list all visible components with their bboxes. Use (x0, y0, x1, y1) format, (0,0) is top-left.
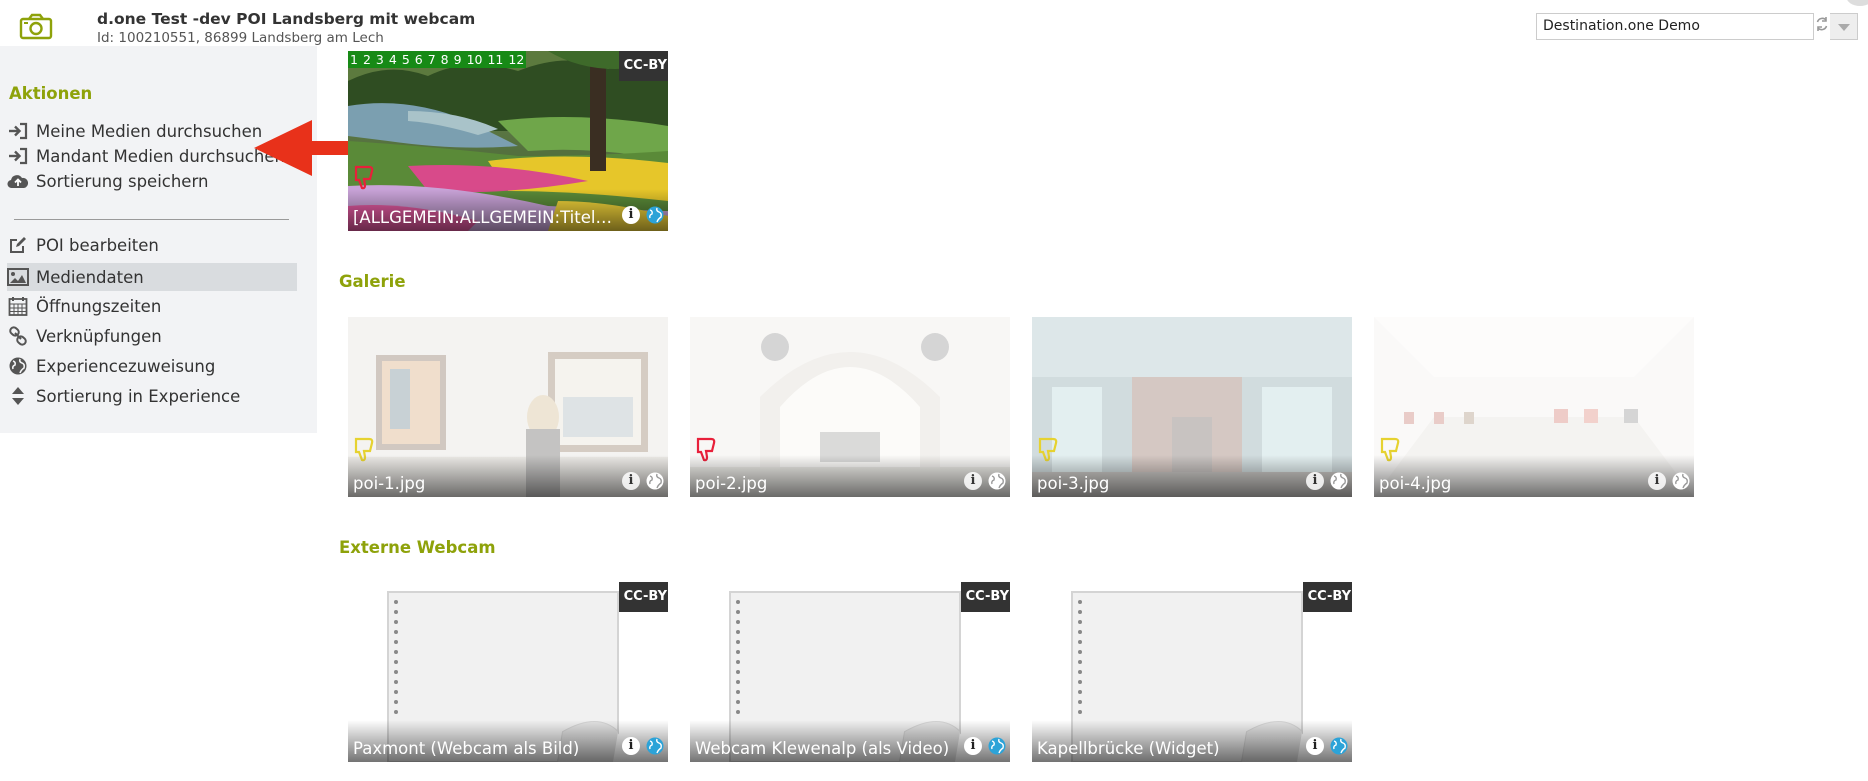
media-position-number[interactable]: 6 (415, 51, 423, 68)
sidebar-item-oeffnungszeiten[interactable]: Öffnungszeiten (7, 292, 297, 320)
avatar[interactable] (1846, 0, 1868, 6)
license-badge: CC-BY (1302, 582, 1352, 612)
sign-in-icon (7, 120, 29, 142)
sidebar-item-label: Mediendaten (36, 267, 144, 287)
media-caption: poi-1.jpg (353, 474, 426, 493)
media-position-number[interactable]: 5 (402, 51, 410, 68)
gallery-heading: Galerie (339, 272, 406, 291)
cloud-upload-icon (7, 170, 29, 192)
chevron-down-icon[interactable] (1830, 13, 1858, 40)
media-position-strip: 1 2 3 4 5 6 7 8 9 10 11 12 (348, 51, 527, 68)
camera-icon (19, 13, 53, 40)
media-position-number[interactable]: 11 (487, 51, 503, 68)
sidebar-item-label: POI bearbeiten (36, 235, 159, 255)
info-icon[interactable]: i (964, 472, 982, 490)
webcam-tile[interactable]: CC-BY Kapellbrücke (Widget) i (1032, 582, 1352, 762)
image-icon (7, 266, 29, 288)
edit-icon (7, 234, 29, 256)
sort-icon (7, 385, 29, 407)
sidebar-item-poi-bearbeiten[interactable]: POI bearbeiten (7, 231, 297, 259)
featured-media-tile[interactable]: 1 2 3 4 5 6 7 8 9 10 11 12 CC-BY [ALLGEMEIN:ALLGEME… (348, 51, 668, 231)
webcam-tile[interactable]: CC-BY Paxmont (Webcam als Bild) i (348, 582, 668, 762)
refresh-icon[interactable] (1814, 16, 1830, 36)
sidebar-item-label: Sortierung speichern (36, 171, 209, 191)
link-icon (7, 325, 29, 347)
media-caption: poi-3.jpg (1037, 474, 1110, 493)
info-icon[interactable]: i (622, 206, 640, 224)
info-icon[interactable]: i (622, 737, 640, 755)
destination-select[interactable]: Destination.one Demo (1536, 13, 1814, 40)
sign-in-icon (7, 145, 29, 167)
poi-title: d.one Test -dev POI Landsberg mit webcam (97, 10, 476, 28)
media-position-number[interactable]: 10 (467, 51, 483, 68)
media-position-number[interactable]: 9 (454, 51, 462, 68)
gallery-tile[interactable]: poi-4.jpg i (1374, 317, 1694, 497)
license-badge: CC-BY (618, 582, 668, 612)
sidebar: Aktionen Meine Medien durchsuchen Mandan… (0, 46, 317, 433)
media-position-number[interactable]: 1 (350, 51, 358, 68)
page-header: d.one Test -dev POI Landsberg mit webcam… (0, 0, 1868, 46)
media-position-number[interactable]: 8 (441, 51, 449, 68)
globe-icon[interactable] (988, 472, 1006, 490)
media-caption: Kapellbrücke (Widget) (1037, 739, 1220, 758)
sidebar-item-label: Sortierung in Experience (36, 386, 241, 406)
globe-icon (7, 355, 29, 377)
media-caption: poi-4.jpg (1379, 474, 1452, 493)
gallery-tile[interactable]: poi-1.jpg i (348, 317, 668, 497)
actions-heading: Aktionen (9, 84, 93, 103)
sidebar-item-label: Öffnungszeiten (36, 296, 162, 316)
globe-icon[interactable] (646, 206, 664, 224)
license-badge: CC-BY (960, 582, 1010, 612)
gallery-tile[interactable]: poi-3.jpg i (1032, 317, 1352, 497)
info-icon[interactable]: i (622, 472, 640, 490)
media-caption: [ALLGEMEIN:ALLGEMEIN:Titel] Blumen (353, 208, 615, 227)
media-position-number[interactable]: 12 (508, 51, 524, 68)
media-caption: Webcam Klewenalp (als Video) (695, 739, 950, 758)
webcam-tile[interactable]: CC-BY Webcam Klewenalp (als Video) i (690, 582, 1010, 762)
sidebar-item-mediendaten[interactable]: Mediendaten (7, 263, 297, 291)
globe-icon[interactable] (1330, 472, 1348, 490)
sidebar-item-label: Meine Medien durchsuchen (36, 121, 263, 141)
globe-icon[interactable] (646, 737, 664, 755)
globe-icon[interactable] (1672, 472, 1690, 490)
media-caption: Paxmont (Webcam als Bild) (353, 739, 580, 758)
media-position-number[interactable]: 3 (376, 51, 384, 68)
media-caption: poi-2.jpg (695, 474, 768, 493)
sidebar-item-label: Experiencezuweisung (36, 356, 216, 376)
thumbs-down-icon[interactable] (353, 165, 375, 191)
media-position-number[interactable]: 7 (428, 51, 436, 68)
globe-icon[interactable] (646, 472, 664, 490)
sidebar-item-verknuepfungen[interactable]: Verknüpfungen (7, 322, 297, 350)
info-icon[interactable]: i (1648, 472, 1666, 490)
sidebar-divider (14, 219, 289, 220)
webcam-heading: Externe Webcam (339, 538, 496, 557)
sidebar-item-label: Mandant Medien durchsuchen (36, 146, 285, 166)
sidebar-item-label: Verknüpfungen (36, 326, 162, 346)
license-badge: CC-BY (618, 51, 668, 81)
globe-icon[interactable] (1330, 737, 1348, 755)
media-position-number[interactable]: 2 (363, 51, 371, 68)
media-position-number[interactable]: 4 (389, 51, 397, 68)
gallery-tile[interactable]: poi-2.jpg i (690, 317, 1010, 497)
sidebar-item-sortierung-experience[interactable]: Sortierung in Experience (7, 382, 297, 410)
poi-subtitle: Id: 100210551, 86899 Landsberg am Lech (97, 30, 384, 46)
calendar-icon (7, 295, 29, 317)
info-icon[interactable]: i (964, 737, 982, 755)
destination-select-value: Destination.one Demo (1543, 18, 1700, 34)
sidebar-item-experiencezuweisung[interactable]: Experiencezuweisung (7, 352, 297, 380)
globe-icon[interactable] (988, 737, 1006, 755)
info-icon[interactable]: i (1306, 737, 1324, 755)
info-icon[interactable]: i (1306, 472, 1324, 490)
